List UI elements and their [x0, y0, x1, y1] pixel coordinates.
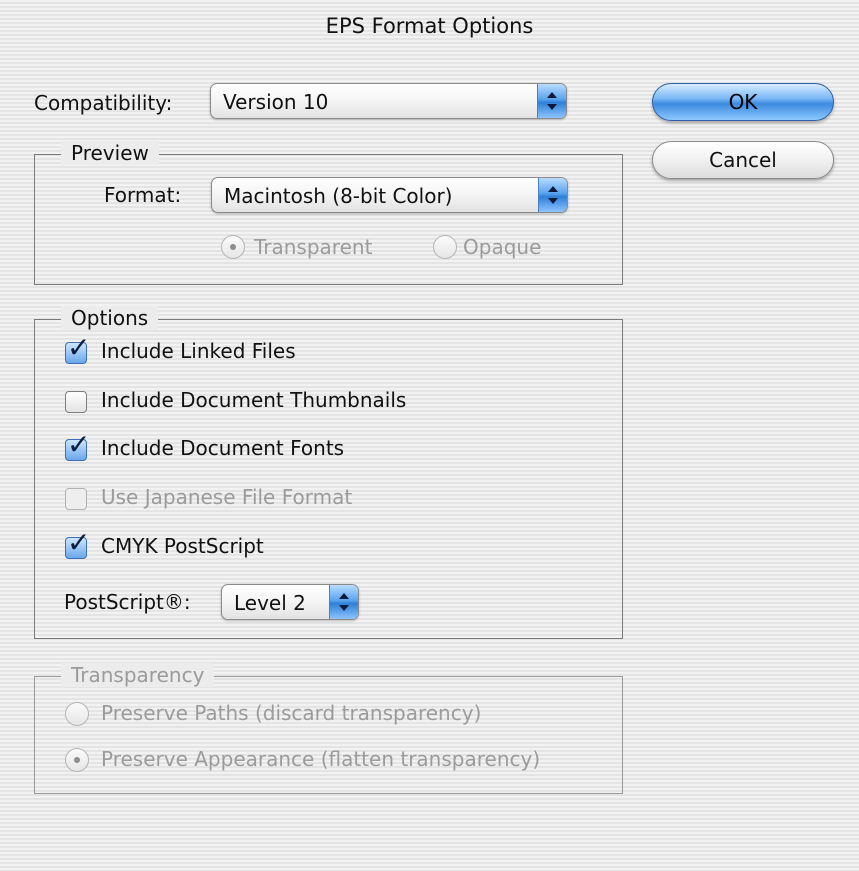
updown-arrows-icon [329, 585, 358, 619]
options-legend: Options [61, 306, 159, 330]
opaque-radio-label: Opaque [463, 235, 542, 259]
postscript-level-value: Level 2 [234, 591, 306, 615]
ok-button[interactable]: OK [652, 83, 834, 121]
preserve-appearance-label: Preserve Appearance (flatten transparenc… [101, 747, 541, 771]
include-document-fonts-checkbox[interactable]: ✓ Include Document Fonts [65, 431, 465, 465]
transparency-group: Transparency Preserve Paths (discard tra… [34, 663, 623, 794]
format-value: Macintosh (8-bit Color) [224, 184, 453, 208]
checkmark-icon: ✓ [67, 428, 91, 461]
checkbox-box [65, 391, 87, 413]
postscript-label: PostScript®: [64, 590, 191, 614]
format-label: Format: [104, 183, 182, 207]
transparency-legend: Transparency [61, 663, 215, 687]
preview-group: Preview Format: Macintosh (8-bit Color) … [34, 141, 623, 285]
checkmark-icon: ✓ [67, 331, 91, 364]
transparent-radio-label: Transparent [254, 235, 373, 259]
transparent-radio[interactable] [221, 235, 245, 259]
radio-selected-dot [74, 757, 80, 763]
preserve-paths-radio[interactable] [65, 702, 89, 726]
use-japanese-file-format-label: Use Japanese File Format [101, 485, 353, 509]
dialog-title: EPS Format Options [325, 14, 534, 38]
checkbox-box: ✓ [65, 431, 90, 461]
include-linked-files-label: Include Linked Files [101, 339, 296, 363]
include-document-fonts-label: Include Document Fonts [101, 436, 345, 460]
updown-arrows-icon [538, 178, 567, 212]
cmyk-postscript-checkbox[interactable]: ✓ CMYK PostScript [65, 529, 465, 563]
updown-arrows-icon [537, 84, 566, 118]
compatibility-popup[interactable]: Version 10 [210, 83, 567, 119]
opaque-radio[interactable] [433, 235, 457, 259]
radio-selected-dot [230, 244, 236, 250]
cmyk-postscript-label: CMYK PostScript [101, 534, 264, 558]
include-document-thumbnails-label: Include Document Thumbnails [101, 388, 407, 412]
format-popup[interactable]: Macintosh (8-bit Color) [211, 177, 568, 213]
compatibility-value: Version 10 [223, 90, 329, 114]
use-japanese-file-format-checkbox[interactable]: Use Japanese File Format [65, 485, 465, 514]
include-linked-files-checkbox[interactable]: ✓ Include Linked Files [65, 334, 465, 368]
options-group: Options ✓ Include Linked Files Include D… [34, 306, 623, 639]
preserve-appearance-radio[interactable] [65, 748, 89, 772]
preview-legend: Preview [61, 141, 159, 165]
checkmark-icon: ✓ [67, 526, 91, 559]
cancel-button[interactable]: Cancel [652, 141, 834, 179]
checkbox-box: ✓ [65, 334, 90, 364]
postscript-level-popup[interactable]: Level 2 [221, 584, 359, 620]
include-document-thumbnails-checkbox[interactable]: Include Document Thumbnails [65, 388, 485, 417]
compatibility-label: Compatibility: [34, 91, 173, 115]
checkbox-box: ✓ [65, 529, 90, 559]
preserve-paths-label: Preserve Paths (discard transparency) [101, 701, 482, 725]
checkbox-box [65, 488, 87, 510]
